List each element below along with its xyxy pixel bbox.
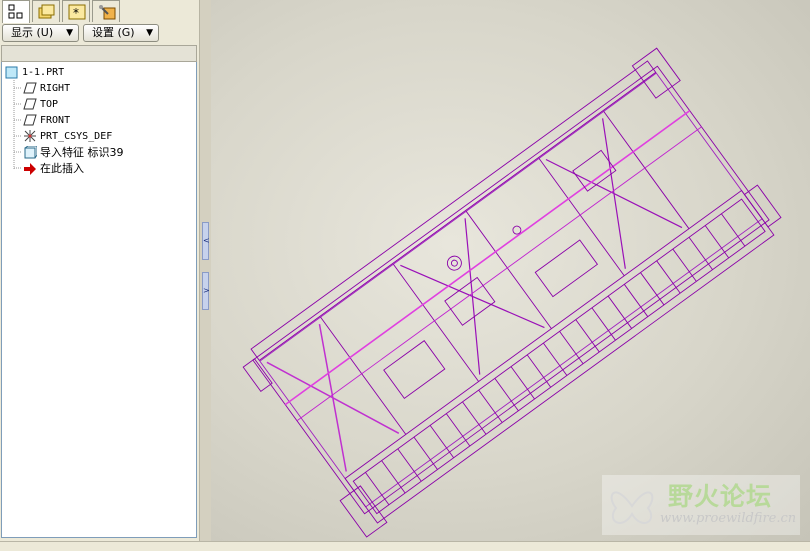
collapse-navigator-button[interactable]: < (202, 222, 210, 260)
part-icon (5, 65, 19, 79)
chevron-right-icon: > (203, 286, 210, 295)
datum-plane-icon (23, 113, 37, 127)
tab-model-tree[interactable] (2, 0, 30, 23)
tree-item-label: PRT_CSYS_DEF (40, 131, 113, 142)
tree-toolbar: 显示 (U) ▼ 设置 (G) ▼ (0, 24, 199, 44)
show-dropdown-button[interactable]: 显示 (U) ▼ (2, 24, 79, 42)
datum-plane-icon (23, 81, 37, 95)
diagonal-brace-right (545, 118, 683, 269)
chevron-left-icon: < (203, 236, 210, 245)
tab-favorites[interactable]: * (62, 0, 90, 22)
datum-plane-icon (23, 97, 37, 111)
end-bracket-left (242, 358, 273, 393)
lower-rail (344, 189, 775, 524)
end-bracket-right (743, 184, 782, 228)
tree-item-front[interactable]: FRONT (23, 113, 70, 129)
settings-dropdown-label: 设置 (G) (92, 26, 135, 39)
equipment-box (534, 239, 599, 298)
navigator-panel: * 显示 (U) ▼ 设置 (G) ▼ 1-1.PRT RIGHT TOP FR… (0, 0, 199, 550)
tree-item-import-feature[interactable]: 导入特征 标识39 (23, 145, 124, 161)
tab-folder-browser[interactable] (32, 0, 60, 22)
coordinate-system-icon (23, 129, 37, 143)
show-dropdown-label: 显示 (U) (11, 26, 54, 39)
chevron-down-icon: ▼ (66, 28, 73, 38)
import-feature-icon (23, 146, 37, 160)
lower-rail-inner (352, 198, 766, 515)
tree-item-label: TOP (40, 99, 59, 110)
equipment-box (444, 276, 496, 326)
settings-dropdown-button[interactable]: 设置 (G) ▼ (83, 24, 159, 42)
wireframe-model (242, 47, 782, 538)
watermark-title: 野火论坛 (668, 482, 773, 511)
tree-item-top[interactable]: TOP (23, 97, 58, 113)
cross-members (320, 111, 690, 435)
wheel-hub-center (450, 259, 458, 267)
tree-item-csys[interactable]: PRT_CSYS_DEF (23, 129, 112, 145)
highlight-beam (284, 110, 691, 406)
insert-here-arrow-icon (23, 162, 37, 176)
watermark-url: www.proewildfire.cn (660, 511, 797, 526)
tree-item-right[interactable]: RIGHT (23, 81, 70, 97)
chevron-down-icon: ▼ (146, 28, 153, 38)
tree-item-label: 导入特征 标识39 (40, 146, 124, 159)
model-tree: 1-1.PRT RIGHT TOP FRONT PRT_CSYS_DEF 导入特… (1, 62, 197, 538)
tree-item-insert-here[interactable]: 在此插入 (23, 161, 84, 177)
butterfly-logo-icon (610, 491, 654, 524)
tree-root-label: 1-1.PRT (22, 67, 65, 78)
navigator-tabs: * (0, 0, 199, 23)
tab-connections[interactable] (92, 0, 120, 22)
expand-browser-button[interactable]: > (202, 272, 210, 310)
longitudinal-beam (296, 126, 702, 422)
top-rail (250, 60, 657, 362)
wheel-hub (446, 255, 462, 271)
tree-root-node[interactable]: 1-1.PRT (5, 65, 64, 81)
tree-item-label: 在此插入 (40, 162, 84, 175)
panel-splitter[interactable]: < > (199, 0, 211, 550)
forum-watermark: 野火论坛 www.proewildfire.cn (602, 475, 800, 535)
tree-item-label: RIGHT (40, 83, 71, 94)
tree-item-label: FRONT (40, 115, 71, 126)
frame-outline (252, 65, 770, 515)
tree-column-header[interactable] (1, 45, 197, 62)
graphics-viewport[interactable]: 野火论坛 www.proewildfire.cn (211, 0, 810, 541)
equipment-box (383, 340, 446, 400)
frame-inner-outline (259, 72, 763, 508)
equipment-box (572, 149, 617, 192)
svg-text:*: * (73, 6, 79, 20)
